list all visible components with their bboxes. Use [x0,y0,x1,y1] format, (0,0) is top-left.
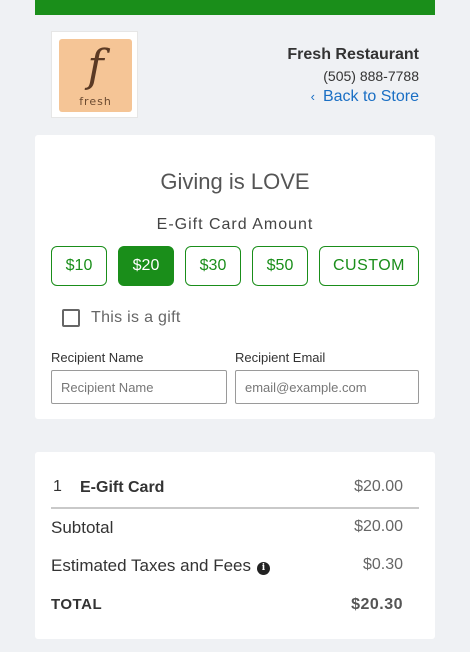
subtotal-row: Subtotal $20.00 [51,518,403,538]
recipient-name-label: Recipient Name [51,350,144,365]
total-value: $20.30 [351,596,403,613]
top-accent-bar [35,0,435,15]
chevron-left-icon: ‹ [310,89,315,104]
line-item-price: $20.00 [354,478,403,495]
amount-button-10[interactable]: $10 [51,246,107,286]
line-item-name: E-Gift Card [80,479,165,496]
back-to-store-label: Back to Store [322,88,419,105]
total-label: TOTAL [51,596,103,613]
logo-badge: f fresh [59,39,132,112]
is-gift-label: This is a gift [91,309,181,326]
line-item-qty: 1 [53,478,62,495]
page-headline: Giving is LOVE [160,169,310,194]
subtotal-label: Subtotal [51,518,114,537]
logo-script-letter: f [87,41,104,92]
amount-button-30[interactable]: $30 [185,246,241,286]
store-name: Fresh Restaurant [287,46,419,63]
tax-label: Estimated Taxes and Fees [51,556,252,575]
store-info: Fresh Restaurant (505) 888-7788 ‹ Back to… [287,45,419,107]
recipient-name-input[interactable] [51,370,227,404]
restaurant-logo[interactable]: f fresh [51,31,138,118]
is-gift-checkbox[interactable] [62,309,80,327]
amount-button-20[interactable]: $20 [118,246,174,286]
is-gift-row[interactable]: This is a gift [62,309,181,327]
info-icon[interactable]: i [257,562,271,575]
recipient-email-input[interactable] [235,370,419,404]
amount-button-50[interactable]: $50 [252,246,308,286]
tax-value: $0.30 [362,556,403,573]
back-to-store-link[interactable]: ‹ Back to Store [287,87,419,107]
recipient-email-label: Recipient Email [235,350,326,365]
gift-card-panel: Giving is LOVE E-Gift Card Amount $10 $2… [35,135,435,419]
subtotal-value: $20.00 [354,518,403,535]
amount-label: E-Gift Card Amount [156,216,314,233]
order-summary-panel: 1 E-Gift Card $20.00 Subtotal $20.00 Est… [35,452,435,639]
tax-row: Estimated Taxes and Fees i $0.30 [51,556,403,576]
amount-button-custom[interactable]: CUSTOM [319,246,419,286]
total-row: TOTAL $20.30 [51,596,403,613]
logo-wordmark: fresh [79,95,112,108]
store-phone: (505) 888-7788 [323,68,419,84]
summary-divider [51,507,419,509]
